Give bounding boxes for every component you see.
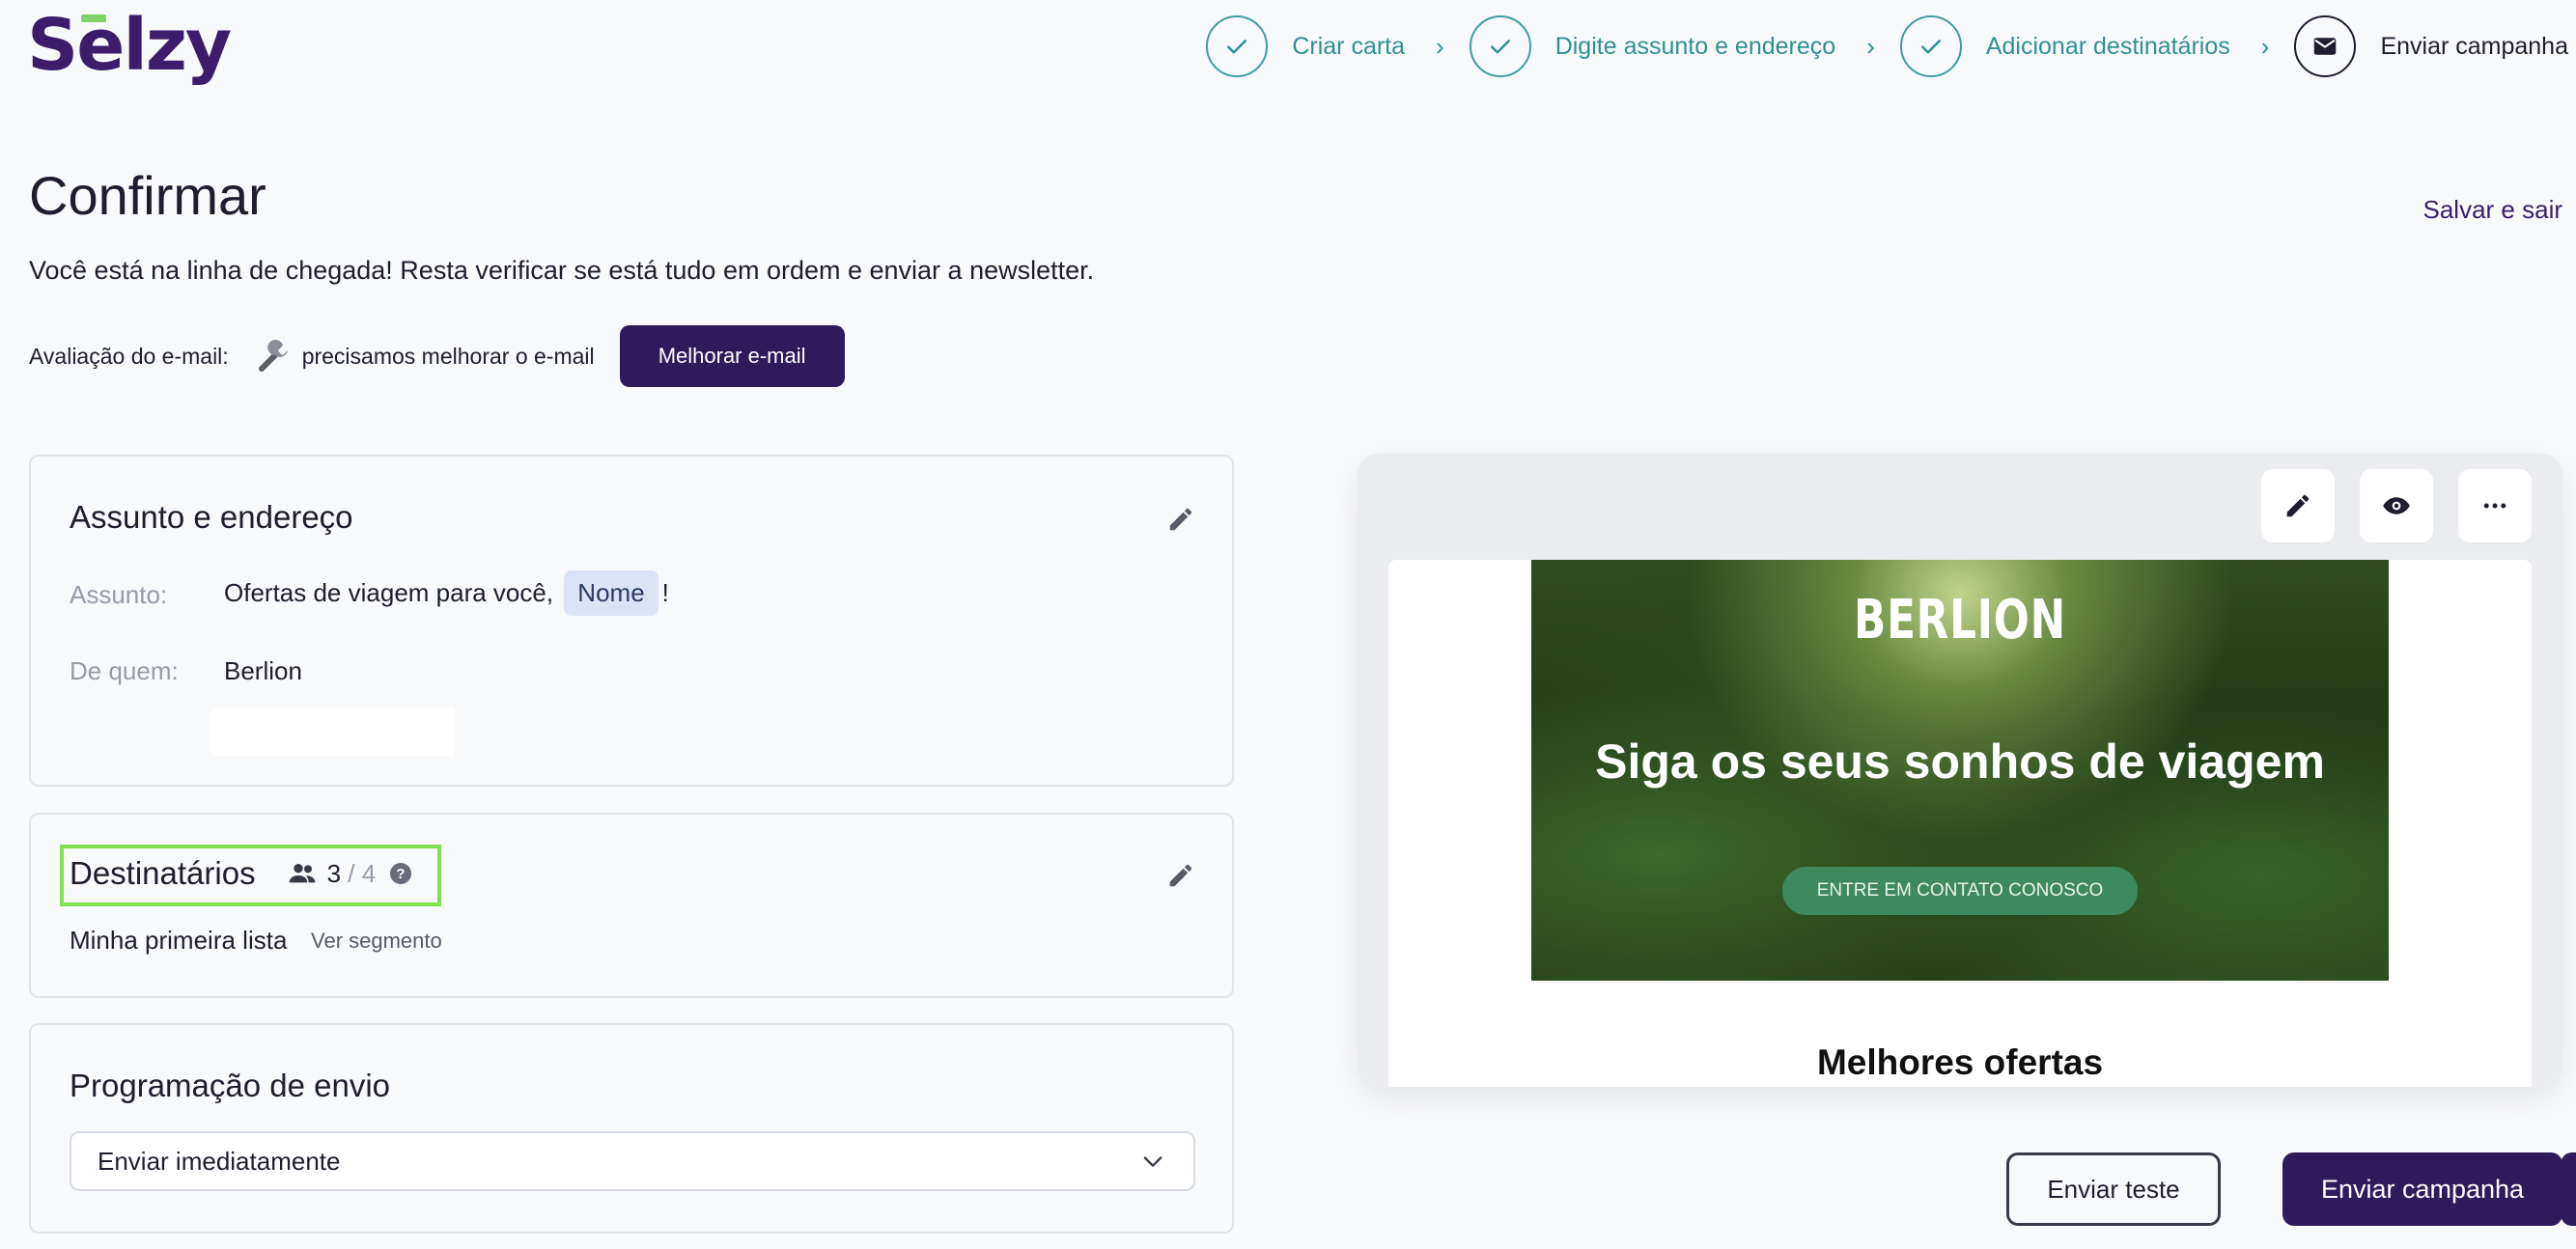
card-title: Programação de envio xyxy=(70,1068,391,1103)
subject-value: Ofertas de viagem para você, Nome! xyxy=(224,570,669,616)
count-total: 4 xyxy=(361,858,377,888)
edit-preview-button[interactable] xyxy=(2261,469,2335,542)
page-subtitle: Você está na linha de chegada! Resta ver… xyxy=(29,256,1095,285)
step-check-icon xyxy=(1206,15,1269,77)
recipients-count: 3 / 4 xyxy=(327,859,377,889)
chevron-right-icon: › xyxy=(2260,31,2270,61)
count-separator: / xyxy=(348,858,355,888)
section-title: Melhores ofertas xyxy=(1816,1042,2104,1082)
pencil-icon xyxy=(2286,494,2310,517)
recipients-header: Destinatários 3 / 4 ? xyxy=(70,855,412,892)
chevron-right-icon: › xyxy=(1866,31,1875,61)
send-campaign-button[interactable]: Enviar campanha xyxy=(2282,1152,2562,1226)
hero-headline: Siga os seus sonhos de viagem xyxy=(1595,735,2325,789)
svg-text:?: ? xyxy=(397,866,406,882)
card-title: Destinatários xyxy=(70,855,256,891)
more-options-button[interactable] xyxy=(2458,469,2532,542)
rating-label: Avaliação do e-mail: xyxy=(29,343,229,369)
progress-steps: Criar carta › Digite assunto e endereço … xyxy=(1206,15,2568,77)
rating-status: precisamos melhorar o e-mail xyxy=(301,343,595,369)
schedule-card: Programação de envio Enviar imediatament… xyxy=(29,1023,1234,1234)
side-tab[interactable] xyxy=(2561,1152,2576,1226)
page-title: Confirmar xyxy=(29,165,266,226)
chevron-down-icon xyxy=(1143,1156,1162,1167)
from-value: Berlion xyxy=(224,656,302,685)
wrench-icon xyxy=(258,340,288,372)
step-send-campaign[interactable]: Enviar campanha xyxy=(2294,15,2568,77)
email-brand: BERLION xyxy=(1853,589,2067,652)
step-add-recipients[interactable]: Adicionar destinatários xyxy=(1899,15,2230,77)
step-label: Digite assunto e endereço xyxy=(1554,32,1836,60)
hero-banner: BERLION Siga os seus sonhos de viagem EN… xyxy=(1531,560,2389,981)
contact-cta-button: ENTRE EM CONTATO CONOSCO xyxy=(1782,867,2138,915)
count-value: 3 xyxy=(326,858,342,888)
eye-icon xyxy=(2383,497,2410,514)
people-icon xyxy=(289,864,315,883)
card-title: Assunto e endereço xyxy=(70,499,353,535)
subject-label: Assunto: xyxy=(70,580,168,609)
step-create-letter[interactable]: Criar carta xyxy=(1206,15,1405,77)
subject-suffix: ! xyxy=(661,578,669,607)
select-value: Enviar imediatamente xyxy=(98,1146,341,1176)
send-test-button[interactable]: Enviar teste xyxy=(2006,1152,2221,1226)
view-preview-button[interactable] xyxy=(2360,469,2433,542)
help-icon[interactable]: ? xyxy=(389,862,412,885)
email-rating: Avaliação do e-mail: precisamos melhorar… xyxy=(29,325,845,387)
sender-email-field xyxy=(211,708,455,756)
chevron-right-icon: › xyxy=(1436,31,1444,61)
list-name: Minha primeira lista xyxy=(70,926,288,955)
step-check-icon xyxy=(1899,15,1962,77)
personalization-tag: Nome xyxy=(564,570,658,616)
pencil-icon[interactable] xyxy=(1166,861,1195,890)
from-label: De quem: xyxy=(70,656,179,685)
more-horizontal-icon xyxy=(2483,503,2506,509)
pencil-icon[interactable] xyxy=(1166,505,1195,534)
selzy-logo[interactable]: Selzy xyxy=(27,10,232,81)
step-label: Criar carta xyxy=(1292,32,1406,60)
save-exit-link[interactable]: Salvar e sair xyxy=(2423,195,2563,225)
subject-address-card: Assunto e endereço Assunto: Ofertas de v… xyxy=(29,455,1234,787)
improve-email-button[interactable]: Melhorar e-mail xyxy=(619,325,845,387)
logo-text: Selzy xyxy=(27,4,232,87)
step-label: Enviar campanha xyxy=(2380,32,2568,60)
subject-text: Ofertas de viagem para você, xyxy=(224,578,554,607)
email-preview-panel: BERLION Siga os seus sonhos de viagem EN… xyxy=(1358,454,2562,1089)
step-label: Adicionar destinatários xyxy=(1985,32,2230,60)
logo-accent-bar xyxy=(81,14,106,22)
view-segment-link[interactable]: Ver segmento xyxy=(311,929,442,954)
recipients-card: Destinatários 3 / 4 ? Minha primeira lis… xyxy=(29,813,1234,998)
envelope-icon xyxy=(2294,15,2357,77)
step-check-icon xyxy=(1469,15,1531,77)
step-subject-address[interactable]: Digite assunto e endereço xyxy=(1469,15,1836,77)
send-schedule-select[interactable]: Enviar imediatamente xyxy=(70,1131,1195,1191)
email-frame: BERLION Siga os seus sonhos de viagem EN… xyxy=(1388,560,2532,1087)
